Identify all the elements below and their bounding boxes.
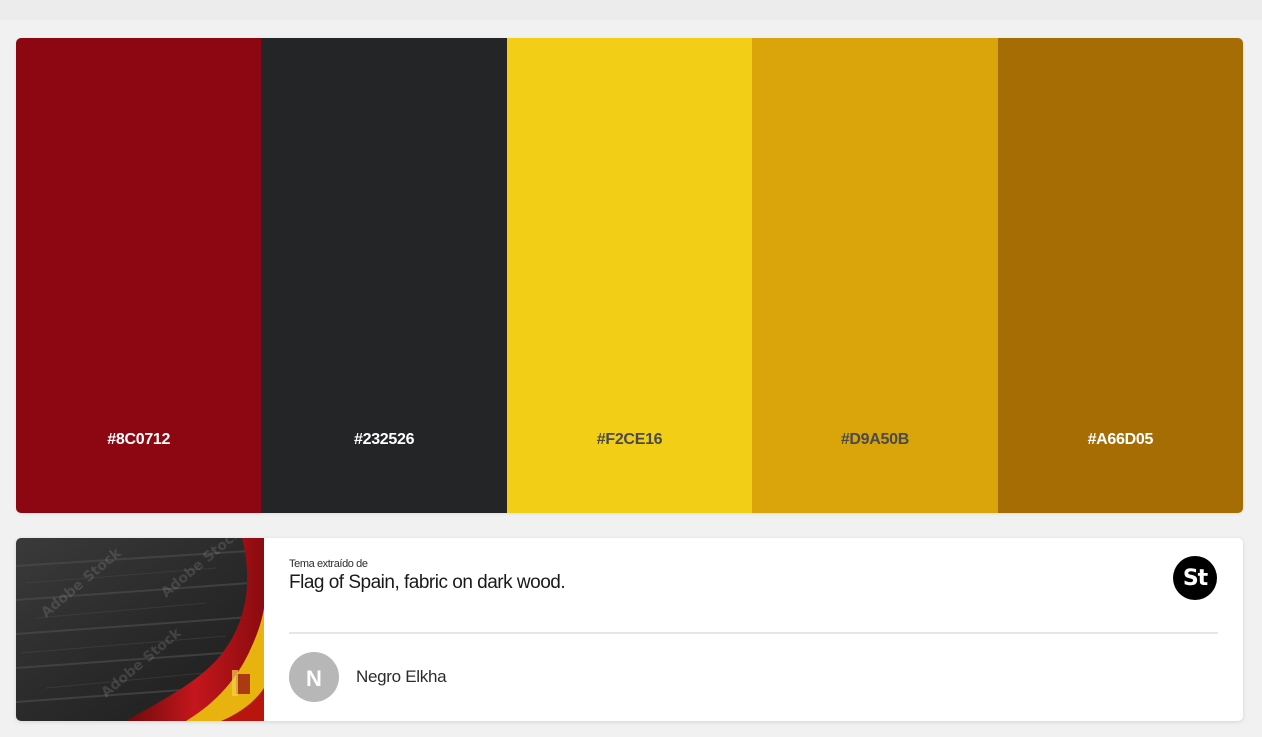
avatar-initial: N: [306, 666, 322, 691]
spain-flag-on-dark-wood-image: Adobe Stock Adobe Stock Adobe Stock: [16, 538, 264, 721]
color-swatch-4[interactable]: #D9A50B: [752, 38, 998, 513]
source-caption: Tema extraído de: [289, 558, 368, 570]
color-swatch-1[interactable]: #8C0712: [16, 38, 262, 513]
color-palette: #8C0712 #232526 #F2CE16 #D9A50B #A66D05: [16, 38, 1243, 513]
swatch-hex-label-4: #D9A50B: [840, 431, 909, 448]
color-swatch-3[interactable]: #F2CE16: [506, 38, 753, 513]
source-thumbnail[interactable]: Adobe Stock Adobe Stock Adobe Stock: [16, 538, 264, 721]
author-name-link[interactable]: Negro Elkha: [356, 667, 447, 687]
swatch-hex-label-1: #8C0712: [107, 431, 171, 448]
color-swatch-5[interactable]: #A66D05: [997, 38, 1243, 513]
source-title-link[interactable]: Flag of Spain, fabric on dark wood.: [289, 572, 566, 594]
color-swatch-2[interactable]: #232526: [261, 38, 507, 513]
avatar[interactable]: N: [289, 652, 339, 702]
source-card: Adobe Stock Adobe Stock Adobe Stock Tema…: [16, 538, 1243, 721]
swatch-hex-label-5: #A66D05: [1087, 431, 1154, 448]
swatch-hex-label-2: #232526: [354, 431, 415, 448]
divider: [289, 632, 1218, 634]
top-strip: [0, 0, 1262, 20]
stock-badge-label: St: [1182, 565, 1208, 591]
swatch-hex-label-3: #F2CE16: [596, 431, 663, 448]
adobe-stock-icon[interactable]: St: [1173, 556, 1217, 600]
